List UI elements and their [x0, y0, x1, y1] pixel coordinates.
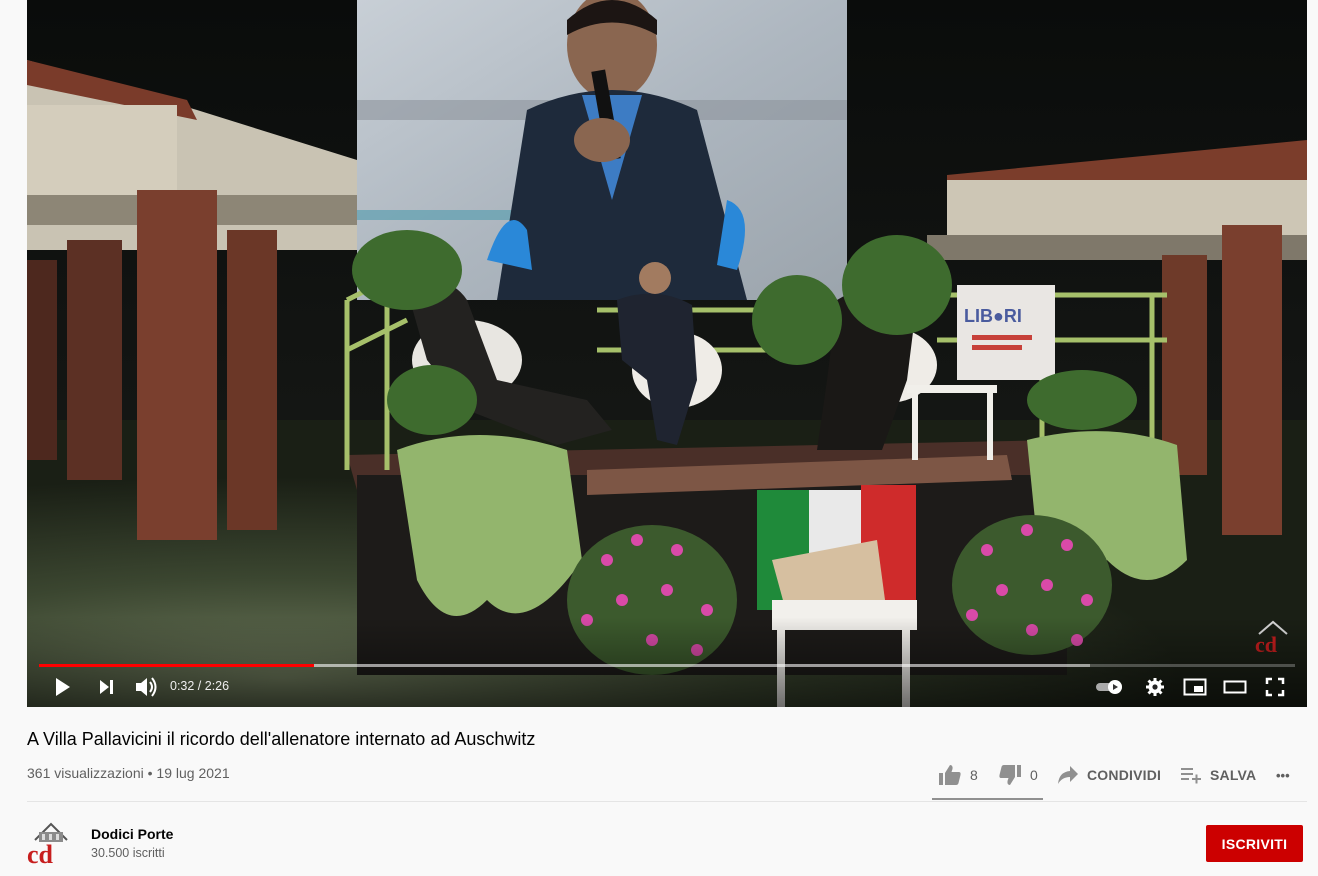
next-icon — [100, 680, 113, 694]
channel-name[interactable]: Dodici Porte — [91, 826, 173, 842]
time-display: 0:32 / 2:26 — [170, 679, 230, 693]
fullscreen-icon — [1265, 677, 1285, 697]
gear-icon — [1146, 678, 1164, 696]
sentiment-bar — [932, 798, 1043, 800]
mute-button[interactable] — [129, 672, 163, 702]
dislike-button[interactable]: 0 — [998, 760, 1038, 790]
like-count: 8 — [970, 767, 978, 783]
share-icon — [1058, 766, 1078, 784]
video-meta: 361 visualizzazioni • 19 lug 2021 — [27, 765, 230, 781]
autoplay-toggle-icon — [1096, 680, 1122, 694]
more-icon: ••• — [1276, 767, 1290, 783]
svg-text:cd: cd — [27, 840, 54, 866]
play-button[interactable] — [45, 672, 79, 702]
divider — [27, 801, 1307, 802]
subscribe-button[interactable]: ISCRIVITI — [1206, 825, 1303, 862]
view-count: 361 visualizzazioni — [27, 765, 144, 781]
add-to-playlist-icon — [1181, 768, 1201, 784]
upload-date: 19 lug 2021 — [156, 765, 230, 781]
volume-icon — [136, 677, 157, 697]
progress-played — [39, 664, 314, 667]
theater-mode-button[interactable] — [1218, 672, 1252, 702]
thumbs-down-icon — [999, 765, 1021, 785]
theater-icon — [1223, 680, 1247, 694]
miniplayer-icon — [1183, 678, 1207, 696]
video-frame: LIB●RI — [27, 0, 1307, 707]
save-button[interactable]: SALVA — [1180, 760, 1256, 790]
progress-bar[interactable] — [39, 664, 1295, 667]
fullscreen-button[interactable] — [1258, 672, 1292, 702]
thumbs-up-icon — [939, 765, 961, 785]
more-actions-button[interactable]: ••• — [1276, 760, 1290, 790]
like-button[interactable]: 8 — [938, 760, 978, 790]
meta-separator: • — [147, 765, 153, 781]
autoplay-toggle[interactable] — [1093, 672, 1127, 702]
next-button[interactable] — [89, 672, 123, 702]
save-label: SALVA — [1210, 767, 1257, 783]
settings-button[interactable] — [1138, 672, 1172, 702]
dislike-count: 0 — [1030, 767, 1038, 783]
video-player[interactable]: LIB●RI 0:32 / 2:26 — [27, 0, 1307, 707]
subscriber-count: 30.500 iscritti — [91, 846, 165, 860]
banner-text: LIB●RI — [964, 306, 1022, 326]
share-button[interactable]: CONDIVIDI — [1057, 760, 1161, 790]
play-icon — [56, 678, 70, 696]
miniplayer-button[interactable] — [1178, 672, 1212, 702]
share-label: CONDIVIDI — [1087, 767, 1162, 783]
channel-avatar[interactable]: cd — [27, 818, 75, 866]
video-title: A Villa Pallavicini il ricordo dell'alle… — [27, 729, 536, 749]
